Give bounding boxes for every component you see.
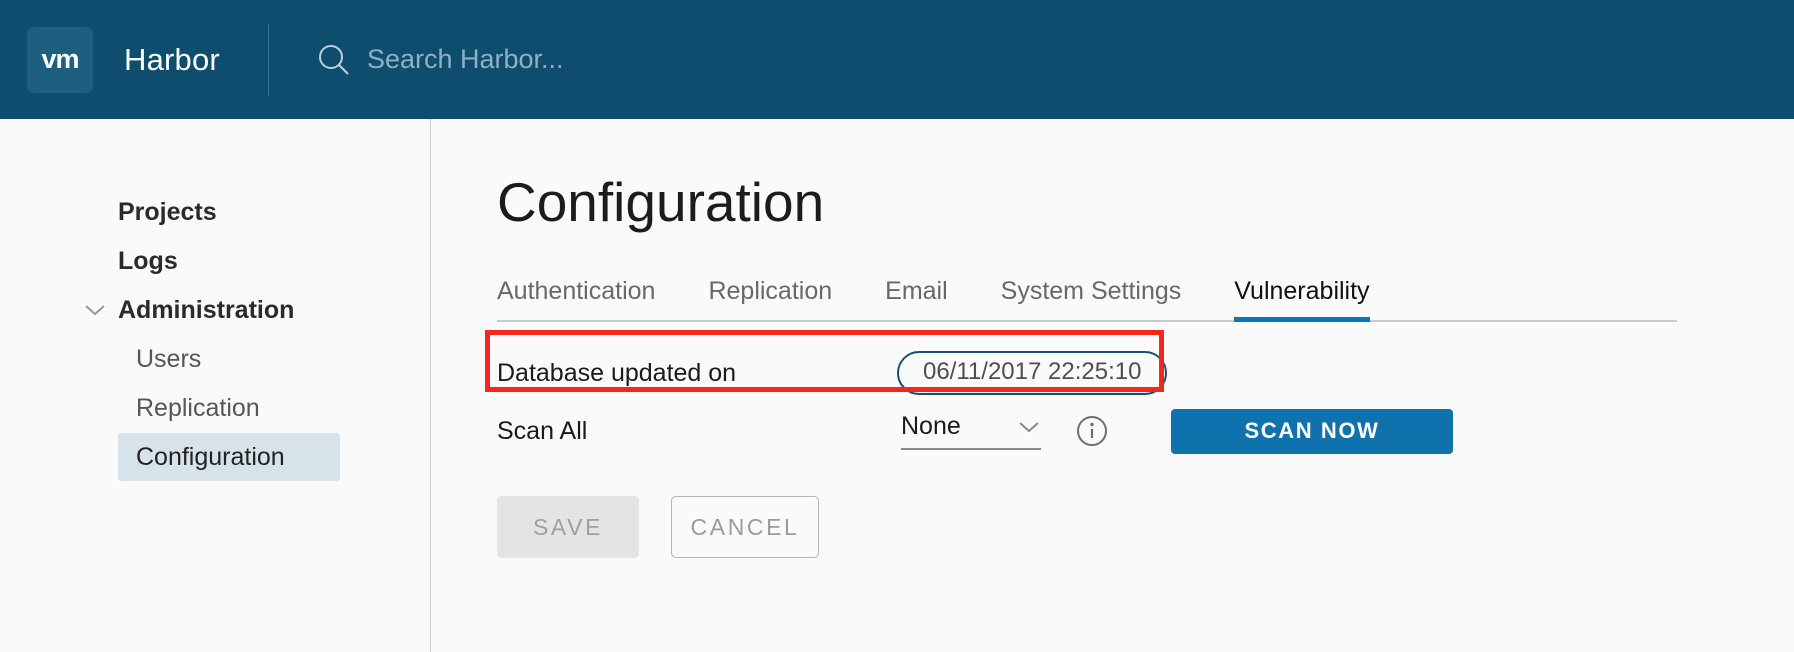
tab-vulnerability[interactable]: Vulnerability [1234,277,1370,322]
sidebar-item-logs[interactable]: Logs [0,244,430,278]
sidebar-item-label: Logs [118,246,178,275]
scan-all-row: Scan All None SCAN NOW [497,402,1794,460]
main-content: Configuration Authentication Replication… [431,119,1794,652]
sidebar-item-projects[interactable]: Projects [0,195,430,229]
brand-title: Harbor [124,41,220,77]
header-divider [267,23,269,96]
sidebar-nav: Projects Logs Administration Users Repli… [0,119,431,652]
database-updated-row: Database updated on 06/11/2017 22:25:10 [497,344,1794,402]
database-updated-label: Database updated on [497,358,737,387]
tab-authentication[interactable]: Authentication [497,277,655,320]
vmware-logo-icon: vm [27,26,93,93]
search-icon [317,43,351,77]
sidebar-item-administration[interactable]: Administration [0,293,430,327]
tab-replication[interactable]: Replication [708,277,832,320]
config-tabs: Authentication Replication Email System … [497,270,1677,322]
sidebar-item-replication[interactable]: Replication [0,391,430,425]
app-body: Projects Logs Administration Users Repli… [0,119,1794,652]
app-header: vm Harbor [0,0,1794,119]
save-button[interactable]: SAVE [497,496,639,558]
sidebar-item-label: Replication [136,393,260,422]
chevron-down-icon [1017,420,1041,434]
sidebar-item-label: Users [136,344,202,373]
search-input[interactable] [366,44,887,75]
sidebar-item-users[interactable]: Users [0,342,430,376]
database-updated-value: 06/11/2017 22:25:10 [897,351,1168,395]
sidebar-item-label: Projects [118,197,217,226]
scan-all-select[interactable]: None [901,412,1041,450]
cancel-button[interactable]: CANCEL [671,496,819,558]
tab-system-settings[interactable]: System Settings [1001,277,1182,320]
form-actions: SAVE CANCEL [497,496,1794,558]
logo-text: vm [41,44,79,74]
scan-now-button[interactable]: SCAN NOW [1171,408,1453,454]
scan-all-label: Scan All [497,416,588,445]
sidebar-item-label: Administration [118,295,295,324]
page-title: Configuration [497,171,825,233]
search-area[interactable] [317,43,887,77]
vulnerability-form: Database updated on 06/11/2017 22:25:10 … [485,322,1794,558]
info-circle-icon[interactable] [1075,414,1109,448]
chevron-down-icon [84,303,106,317]
sidebar-item-configuration[interactable]: Configuration [0,433,430,481]
sidebar-item-label: Configuration [136,442,285,471]
scan-all-selected-value: None [901,412,961,440]
tab-email[interactable]: Email [885,277,948,320]
